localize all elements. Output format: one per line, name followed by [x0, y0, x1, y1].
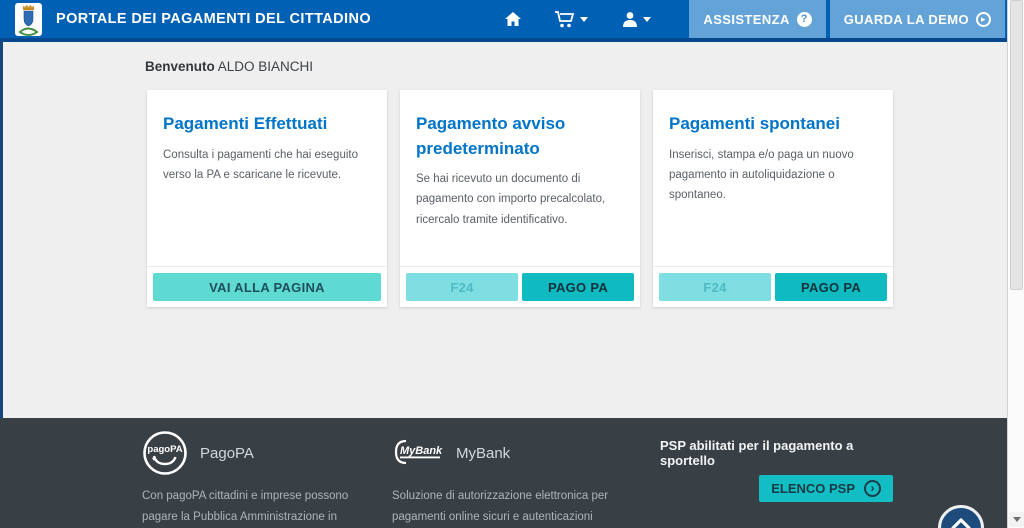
f24-button[interactable]: F24 — [406, 273, 518, 301]
card-description: Consulta i pagamenti che hai eseguito ve… — [163, 145, 371, 185]
home-icon[interactable] — [505, 12, 521, 26]
card-body: Pagamenti spontanei Inserisci, stampa e/… — [653, 90, 893, 266]
welcome-username: ALDO BIANCHI — [218, 59, 313, 74]
mybank-name: MyBank — [456, 445, 510, 462]
card-title: Pagamento avviso predeterminato — [416, 112, 624, 161]
page-title: PORTALE DEI PAGAMENTI DEL CITTADINO — [56, 11, 371, 27]
svg-text:pagoPA: pagoPA — [147, 444, 182, 455]
card-pagamenti-effettuati: Pagamenti Effettuati Consulta i pagament… — [147, 90, 387, 307]
portal-page: PORTALE DEI PAGAMENTI DEL CITTADINO ASSI… — [0, 0, 1024, 528]
footer-pagopa-section: pagoPA PagoPA Con pagoPA cittadini e imp… — [142, 430, 382, 528]
elenco-psp-button[interactable]: ELENCO PSP › — [759, 475, 893, 502]
cart-menu[interactable] — [555, 11, 588, 28]
card-pagamento-avviso-predeterminato: Pagamento avviso predeterminato Se hai r… — [400, 90, 640, 307]
card-pagamenti-spontanei: Pagamenti spontanei Inserisci, stampa e/… — [653, 90, 893, 307]
main-content: Benvenuto ALDO BIANCHI Pagamenti Effettu… — [0, 42, 1024, 418]
card-description: Se hai ricevuto un documento di pagament… — [416, 169, 624, 229]
chevron-up-icon — [951, 518, 971, 528]
demo-play-icon: ▸ — [976, 12, 991, 27]
user-icon — [622, 11, 638, 27]
page-footer: pagoPA PagoPA Con pagoPA cittadini e imp… — [0, 418, 1024, 528]
card-footer: VAI ALLA PAGINA — [147, 266, 387, 307]
svg-text:MyBank: MyBank — [400, 445, 443, 457]
card-footer: F24 PAGO PA — [653, 266, 893, 307]
assistenza-button[interactable]: ASSISTENZA ? — [689, 0, 825, 38]
chevron-right-circle-icon: › — [864, 480, 881, 497]
card-description: Inserisci, stampa e/o paga un nuovo paga… — [669, 145, 877, 205]
demo-label: GUARDA LA DEMO — [844, 12, 969, 27]
mybank-description[interactable]: Soluzione di autorizzazione elettronica … — [392, 486, 650, 528]
municipality-crest-logo — [14, 2, 43, 37]
pagopa-name: PagoPA — [200, 445, 254, 462]
scrollbar-thumb[interactable] — [1010, 0, 1023, 290]
elenco-psp-label: ELENCO PSP — [771, 481, 855, 496]
top-navbar: PORTALE DEI PAGAMENTI DEL CITTADINO ASSI… — [0, 0, 1024, 42]
card-footer: F24 PAGO PA — [400, 266, 640, 307]
user-menu[interactable] — [622, 11, 651, 27]
cart-icon — [555, 11, 575, 28]
pago-pa-button[interactable]: PAGO PA — [522, 273, 634, 301]
scrollbar-down-arrow[interactable] — [1009, 512, 1024, 527]
pagopa-description[interactable]: Con pagoPA cittadini e imprese possono p… — [142, 486, 382, 528]
assistenza-label: ASSISTENZA — [703, 12, 789, 27]
card-body: Pagamento avviso predeterminato Se hai r… — [400, 90, 640, 266]
card-title: Pagamenti spontanei — [669, 112, 877, 137]
welcome-message: Benvenuto ALDO BIANCHI — [145, 59, 313, 74]
psp-title: PSP abilitati per il pagamento a sportel… — [660, 438, 895, 468]
pagopa-logo: pagoPA — [142, 430, 188, 476]
welcome-prefix: Benvenuto — [145, 59, 215, 74]
guarda-la-demo-button[interactable]: GUARDA LA DEMO ▸ — [830, 0, 1005, 38]
footer-mybank-section: MyBank MyBank Soluzione di autorizzazion… — [392, 430, 650, 528]
chevron-down-icon — [580, 17, 588, 22]
mybank-logo-row: MyBank MyBank — [392, 430, 650, 476]
help-icon: ? — [797, 12, 812, 27]
mybank-logo: MyBank — [392, 438, 444, 468]
vai-alla-pagina-button[interactable]: VAI ALLA PAGINA — [153, 273, 381, 301]
chevron-down-icon — [643, 17, 651, 22]
card-title: Pagamenti Effettuati — [163, 112, 371, 137]
f24-button[interactable]: F24 — [659, 273, 771, 301]
pagopa-logo-row: pagoPA PagoPA — [142, 430, 382, 476]
pago-pa-button[interactable]: PAGO PA — [775, 273, 887, 301]
vertical-scrollbar[interactable] — [1007, 0, 1024, 528]
footer-psp-section: PSP abilitati per il pagamento a sportel… — [660, 430, 895, 468]
card-body: Pagamenti Effettuati Consulta i pagament… — [147, 90, 387, 266]
